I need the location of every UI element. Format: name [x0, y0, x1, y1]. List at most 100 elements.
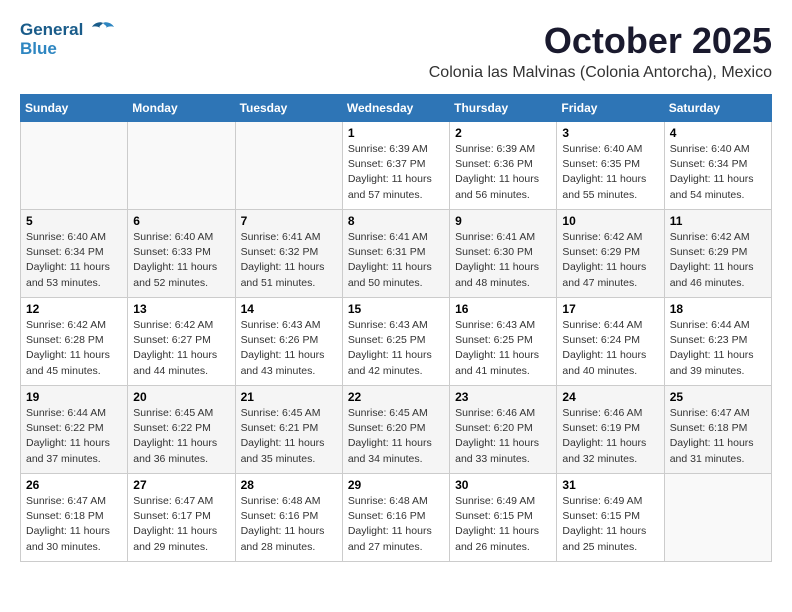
calendar-week-2: 5 Sunrise: 6:40 AM Sunset: 6:34 PM Daylig… [21, 210, 772, 298]
day-number: 20 [133, 390, 229, 404]
location-title: Colonia las Malvinas (Colonia Antorcha),… [429, 64, 772, 82]
day-info: Sunrise: 6:40 AM Sunset: 6:34 PM Dayligh… [26, 230, 122, 291]
weekday-header-thursday: Thursday [450, 95, 557, 122]
day-number: 24 [562, 390, 658, 404]
day-info: Sunrise: 6:45 AM Sunset: 6:20 PM Dayligh… [348, 406, 444, 467]
calendar-cell: 29 Sunrise: 6:48 AM Sunset: 6:16 PM Dayli… [342, 474, 449, 562]
day-info: Sunrise: 6:49 AM Sunset: 6:15 PM Dayligh… [455, 494, 551, 555]
day-number: 11 [670, 214, 766, 228]
calendar-cell: 17Sunrise: 6:44 AM Sunset: 6:24 PM Dayli… [557, 298, 664, 386]
calendar-cell: 1Sunrise: 6:39 AM Sunset: 6:37 PM Daylig… [342, 122, 449, 210]
day-info: Sunrise: 6:40 AM Sunset: 6:35 PM Dayligh… [562, 142, 658, 203]
day-number: 30 [455, 478, 551, 492]
calendar-cell: 26 Sunrise: 6:47 AM Sunset: 6:18 PM Dayli… [21, 474, 128, 562]
calendar-cell: 18Sunrise: 6:44 AM Sunset: 6:23 PM Dayli… [664, 298, 771, 386]
day-number: 7 [241, 214, 337, 228]
day-info: Sunrise: 6:48 AM Sunset: 6:16 PM Dayligh… [241, 494, 337, 555]
day-info: Sunrise: 6:42 AM Sunset: 6:29 PM Dayligh… [562, 230, 658, 291]
calendar-cell [128, 122, 235, 210]
calendar-cell: 30 Sunrise: 6:49 AM Sunset: 6:15 PM Dayli… [450, 474, 557, 562]
calendar-cell: 14 Sunrise: 6:43 AM Sunset: 6:26 PM Dayli… [235, 298, 342, 386]
calendar-week-4: 19Sunrise: 6:44 AM Sunset: 6:22 PM Dayli… [21, 386, 772, 474]
day-number: 27 [133, 478, 229, 492]
top-row: General Blue October 2025 Colonia las Ma… [20, 20, 772, 82]
day-info: Sunrise: 6:47 AM Sunset: 6:18 PM Dayligh… [26, 494, 122, 555]
day-number: 28 [241, 478, 337, 492]
day-info: Sunrise: 6:44 AM Sunset: 6:23 PM Dayligh… [670, 318, 766, 379]
day-number: 16 [455, 302, 551, 316]
calendar-cell: 11 Sunrise: 6:42 AM Sunset: 6:29 PM Dayli… [664, 210, 771, 298]
day-number: 26 [26, 478, 122, 492]
day-info: Sunrise: 6:45 AM Sunset: 6:21 PM Dayligh… [241, 406, 337, 467]
month-title: October 2025 [429, 20, 772, 62]
day-number: 29 [348, 478, 444, 492]
day-info: Sunrise: 6:44 AM Sunset: 6:24 PM Dayligh… [562, 318, 658, 379]
day-info: Sunrise: 6:42 AM Sunset: 6:27 PM Dayligh… [133, 318, 229, 379]
day-info: Sunrise: 6:43 AM Sunset: 6:26 PM Dayligh… [241, 318, 337, 379]
day-number: 6 [133, 214, 229, 228]
calendar-cell: 31Sunrise: 6:49 AM Sunset: 6:15 PM Dayli… [557, 474, 664, 562]
calendar-cell [235, 122, 342, 210]
calendar-week-5: 26 Sunrise: 6:47 AM Sunset: 6:18 PM Dayli… [21, 474, 772, 562]
calendar-cell [21, 122, 128, 210]
calendar-cell: 28 Sunrise: 6:48 AM Sunset: 6:16 PM Dayli… [235, 474, 342, 562]
logo-blue: Blue [20, 39, 116, 59]
calendar-cell: 24 Sunrise: 6:46 AM Sunset: 6:19 PM Dayli… [557, 386, 664, 474]
weekday-header-sunday: Sunday [21, 95, 128, 122]
weekday-header-row: SundayMondayTuesdayWednesdayThursdayFrid… [21, 95, 772, 122]
calendar-week-3: 12Sunrise: 6:42 AM Sunset: 6:28 PM Dayli… [21, 298, 772, 386]
day-number: 3 [562, 126, 658, 140]
day-number: 5 [26, 214, 122, 228]
day-info: Sunrise: 6:42 AM Sunset: 6:28 PM Dayligh… [26, 318, 122, 379]
day-info: Sunrise: 6:48 AM Sunset: 6:16 PM Dayligh… [348, 494, 444, 555]
calendar-cell: 5 Sunrise: 6:40 AM Sunset: 6:34 PM Daylig… [21, 210, 128, 298]
day-info: Sunrise: 6:39 AM Sunset: 6:37 PM Dayligh… [348, 142, 444, 203]
day-info: Sunrise: 6:43 AM Sunset: 6:25 PM Dayligh… [348, 318, 444, 379]
day-number: 2 [455, 126, 551, 140]
logo-bird-icon [90, 21, 116, 41]
day-info: Sunrise: 6:46 AM Sunset: 6:20 PM Dayligh… [455, 406, 551, 467]
weekday-header-monday: Monday [128, 95, 235, 122]
calendar-cell: 9Sunrise: 6:41 AM Sunset: 6:30 PM Daylig… [450, 210, 557, 298]
calendar-cell: 15Sunrise: 6:43 AM Sunset: 6:25 PM Dayli… [342, 298, 449, 386]
calendar-body: 1Sunrise: 6:39 AM Sunset: 6:37 PM Daylig… [21, 122, 772, 562]
day-number: 23 [455, 390, 551, 404]
day-info: Sunrise: 6:41 AM Sunset: 6:32 PM Dayligh… [241, 230, 337, 291]
day-number: 4 [670, 126, 766, 140]
calendar-cell: 16Sunrise: 6:43 AM Sunset: 6:25 PM Dayli… [450, 298, 557, 386]
calendar-table: SundayMondayTuesdayWednesdayThursdayFrid… [20, 94, 772, 562]
day-number: 8 [348, 214, 444, 228]
calendar-cell: 23 Sunrise: 6:46 AM Sunset: 6:20 PM Dayli… [450, 386, 557, 474]
day-number: 9 [455, 214, 551, 228]
calendar-cell: 19Sunrise: 6:44 AM Sunset: 6:22 PM Dayli… [21, 386, 128, 474]
day-number: 31 [562, 478, 658, 492]
calendar-cell: 3 Sunrise: 6:40 AM Sunset: 6:35 PM Daylig… [557, 122, 664, 210]
day-info: Sunrise: 6:44 AM Sunset: 6:22 PM Dayligh… [26, 406, 122, 467]
calendar-cell: 2 Sunrise: 6:39 AM Sunset: 6:36 PM Daylig… [450, 122, 557, 210]
calendar-cell: 8 Sunrise: 6:41 AM Sunset: 6:31 PM Daylig… [342, 210, 449, 298]
day-info: Sunrise: 6:42 AM Sunset: 6:29 PM Dayligh… [670, 230, 766, 291]
calendar-cell [664, 474, 771, 562]
weekday-header-saturday: Saturday [664, 95, 771, 122]
day-info: Sunrise: 6:41 AM Sunset: 6:31 PM Dayligh… [348, 230, 444, 291]
weekday-header-wednesday: Wednesday [342, 95, 449, 122]
calendar-cell: 21 Sunrise: 6:45 AM Sunset: 6:21 PM Dayli… [235, 386, 342, 474]
day-info: Sunrise: 6:40 AM Sunset: 6:33 PM Dayligh… [133, 230, 229, 291]
day-number: 10 [562, 214, 658, 228]
day-number: 14 [241, 302, 337, 316]
day-number: 25 [670, 390, 766, 404]
day-info: Sunrise: 6:47 AM Sunset: 6:18 PM Dayligh… [670, 406, 766, 467]
day-info: Sunrise: 6:39 AM Sunset: 6:36 PM Dayligh… [455, 142, 551, 203]
day-info: Sunrise: 6:40 AM Sunset: 6:34 PM Dayligh… [670, 142, 766, 203]
logo-area: General Blue [20, 20, 116, 59]
title-section: October 2025 Colonia las Malvinas (Colon… [429, 20, 772, 82]
calendar-cell: 13 Sunrise: 6:42 AM Sunset: 6:27 PM Dayli… [128, 298, 235, 386]
calendar-cell: 10 Sunrise: 6:42 AM Sunset: 6:29 PM Dayli… [557, 210, 664, 298]
calendar-cell: 4 Sunrise: 6:40 AM Sunset: 6:34 PM Daylig… [664, 122, 771, 210]
day-info: Sunrise: 6:47 AM Sunset: 6:17 PM Dayligh… [133, 494, 229, 555]
day-info: Sunrise: 6:46 AM Sunset: 6:19 PM Dayligh… [562, 406, 658, 467]
day-number: 13 [133, 302, 229, 316]
calendar-cell: 27 Sunrise: 6:47 AM Sunset: 6:17 PM Dayli… [128, 474, 235, 562]
day-number: 21 [241, 390, 337, 404]
calendar-cell: 6 Sunrise: 6:40 AM Sunset: 6:33 PM Daylig… [128, 210, 235, 298]
